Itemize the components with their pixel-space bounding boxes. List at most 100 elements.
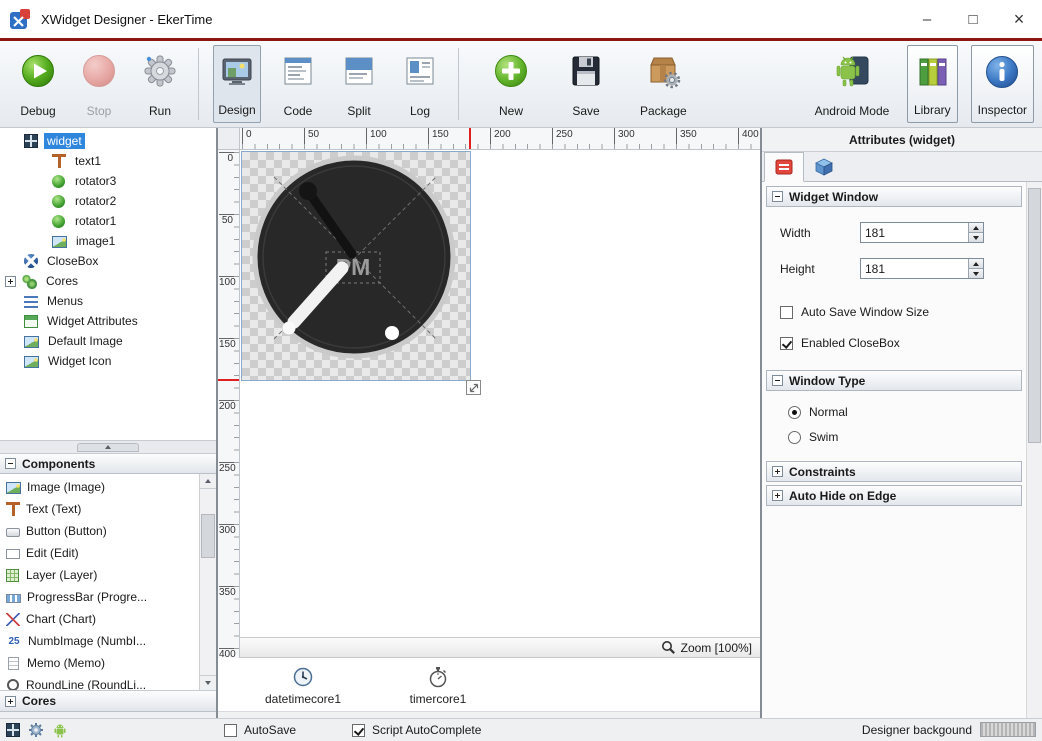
width-input[interactable]: 181 xyxy=(860,222,984,243)
tray-item-datetimecore[interactable]: datetimecore1 xyxy=(248,662,358,706)
maximize-button[interactable]: □ xyxy=(950,0,996,38)
zoom-bar[interactable]: Zoom [100%] xyxy=(240,637,760,658)
component-item-chart[interactable]: Chart (Chart) xyxy=(0,608,199,630)
tab-3d-object[interactable] xyxy=(804,152,844,182)
component-item-progressbar[interactable]: ProgressBar (Progre... xyxy=(0,586,199,608)
component-item-text[interactable]: Text (Text) xyxy=(0,498,199,520)
statusbar-gear-icon[interactable] xyxy=(28,722,44,738)
code-tab-button[interactable]: Code xyxy=(274,45,322,123)
component-item-numbimage[interactable]: 25NumbImage (NumbI... xyxy=(0,630,199,652)
cube-icon xyxy=(814,157,834,177)
component-item-roundline[interactable]: RoundLine (RoundLi... xyxy=(0,674,199,690)
save-button[interactable]: Save xyxy=(562,45,610,123)
expand-plus-icon[interactable] xyxy=(772,490,783,501)
tree-item-closebox[interactable]: CloseBox xyxy=(0,251,216,271)
component-item-edit[interactable]: Edit (Edit) xyxy=(0,542,199,564)
statusbar-android-icon[interactable] xyxy=(52,722,68,738)
component-item-layer[interactable]: Layer (Layer) xyxy=(0,564,199,586)
run-button[interactable]: Run xyxy=(136,45,184,123)
scroll-down-button[interactable] xyxy=(200,675,216,690)
normal-radio[interactable] xyxy=(788,406,801,419)
design-icon xyxy=(219,51,255,93)
inspector-button[interactable]: Inspector xyxy=(971,45,1034,123)
timer-stopwatch-icon xyxy=(383,662,493,688)
resize-handle[interactable] xyxy=(466,380,481,395)
android-mode-button[interactable]: Android Mode xyxy=(810,45,894,123)
auto-hide-section-header[interactable]: Auto Hide on Edge xyxy=(766,485,1022,506)
close-button[interactable]: × xyxy=(996,0,1042,38)
tree-item-cores[interactable]: Cores xyxy=(0,271,216,291)
tree-item-rotator2[interactable]: rotator2 xyxy=(0,191,216,211)
tree-item-menus[interactable]: Menus xyxy=(0,291,216,311)
height-spin-up[interactable] xyxy=(968,259,983,268)
scrollbar-thumb[interactable] xyxy=(1028,188,1041,443)
statusbar-widget-icon[interactable] xyxy=(6,723,20,737)
components-header[interactable]: Components xyxy=(0,453,216,474)
width-spin-down[interactable] xyxy=(968,232,983,242)
clock-widget-preview[interactable]: PM xyxy=(242,152,470,380)
tree-item-widget-icon[interactable]: Widget Icon xyxy=(0,351,216,371)
collapse-minus-icon[interactable] xyxy=(5,458,16,469)
height-spin-down[interactable] xyxy=(968,268,983,278)
properties-icon xyxy=(774,157,794,177)
tree-item-rotator3[interactable]: rotator3 xyxy=(0,171,216,191)
designer-background-swatch[interactable] xyxy=(980,722,1036,737)
library-button[interactable]: Library xyxy=(907,45,958,123)
minimize-button[interactable]: – xyxy=(904,0,950,38)
collapse-minus-icon[interactable] xyxy=(772,191,783,202)
tree-item-text1[interactable]: text1 xyxy=(0,151,216,171)
tree-item-widget[interactable]: widget xyxy=(0,131,216,151)
tree-item-rotator1[interactable]: rotator1 xyxy=(0,211,216,231)
script-autocomplete-checkbox[interactable] xyxy=(352,724,365,737)
cores-header[interactable]: Cores xyxy=(0,690,216,712)
rotator-icon xyxy=(52,215,65,228)
split-icon xyxy=(341,50,377,92)
collapse-tab[interactable] xyxy=(77,443,139,452)
enabled-closebox-checkbox[interactable] xyxy=(780,337,793,350)
design-surface[interactable]: PM xyxy=(240,150,760,637)
height-input[interactable]: 181 xyxy=(860,258,984,279)
width-label: Width xyxy=(780,226,860,240)
arrow-down-icon xyxy=(973,236,979,240)
window-type-section-header[interactable]: Window Type xyxy=(766,370,1022,391)
component-item-button[interactable]: Button (Button) xyxy=(0,520,199,542)
auto-save-checkbox[interactable] xyxy=(780,306,793,319)
autosave-checkbox[interactable] xyxy=(224,724,237,737)
stop-button[interactable]: Stop xyxy=(75,45,123,123)
log-tab-button[interactable]: Log xyxy=(396,45,444,123)
width-spin-up[interactable] xyxy=(968,223,983,232)
rotator-icon xyxy=(52,195,65,208)
run-gear-icon xyxy=(142,50,178,92)
components-scrollbar[interactable] xyxy=(199,474,216,690)
components-list: Image (Image) Text (Text) Button (Button… xyxy=(0,474,216,690)
ruler-ticks xyxy=(234,152,239,658)
package-button[interactable]: Package xyxy=(637,45,690,123)
constraints-section-header[interactable]: Constraints xyxy=(766,461,1022,482)
tray-item-timercore[interactable]: timercore1 xyxy=(383,662,493,706)
tree-item-widget-attributes[interactable]: Widget Attributes xyxy=(0,311,216,331)
debug-button[interactable]: Debug xyxy=(14,45,62,123)
component-item-memo[interactable]: Memo (Memo) xyxy=(0,652,199,674)
collapse-minus-icon[interactable] xyxy=(772,375,783,386)
menus-icon xyxy=(24,296,38,308)
attributes-scrollbar[interactable] xyxy=(1026,182,1042,718)
widget-window-section-header[interactable]: Widget Window xyxy=(766,186,1022,207)
swim-radio[interactable] xyxy=(788,431,801,444)
split-tab-button[interactable]: Split xyxy=(335,45,383,123)
expand-plus-icon[interactable] xyxy=(772,466,783,477)
scroll-up-button[interactable] xyxy=(200,474,216,489)
titlebar: XWidget Designer - EkerTime – □ × xyxy=(0,0,1042,38)
scrollbar-thumb[interactable] xyxy=(201,514,215,558)
tree-components-splitter[interactable] xyxy=(0,441,216,453)
window-title: XWidget Designer - EkerTime xyxy=(41,12,212,27)
new-button[interactable]: New xyxy=(487,45,535,123)
expand-plus-icon[interactable] xyxy=(5,696,16,707)
toolbar-spacer xyxy=(703,45,797,123)
tree-item-default-image[interactable]: Default Image xyxy=(0,331,216,351)
tree-item-image1[interactable]: image1 xyxy=(0,231,216,251)
zoom-level-label: Zoom [100%] xyxy=(681,641,752,655)
tab-properties[interactable] xyxy=(764,152,804,182)
design-tab-button[interactable]: Design xyxy=(213,45,261,123)
expand-icon[interactable] xyxy=(5,276,16,287)
component-item-image[interactable]: Image (Image) xyxy=(0,476,199,498)
